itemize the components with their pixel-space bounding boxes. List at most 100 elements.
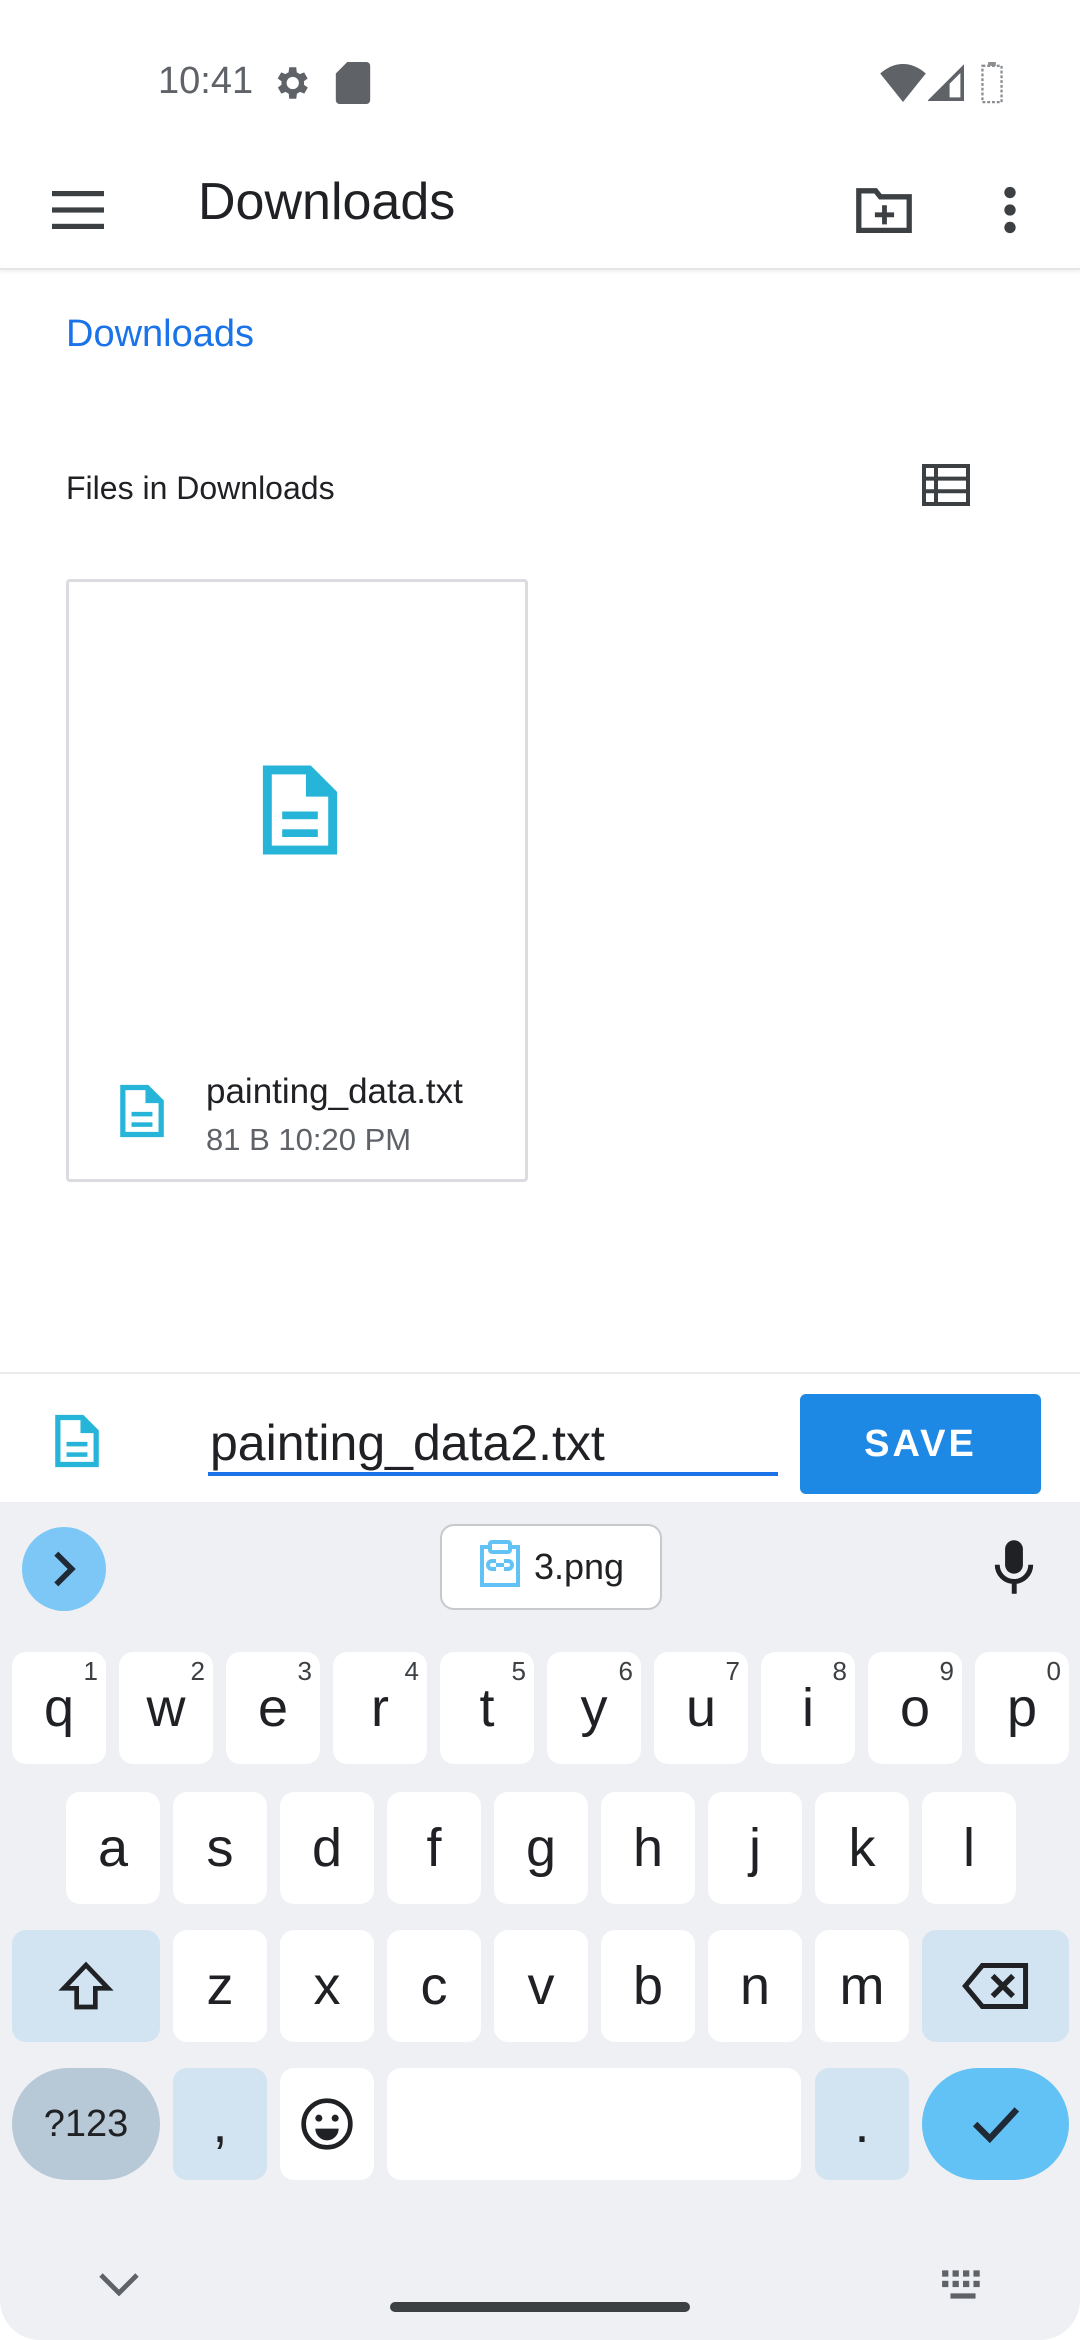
filename-input[interactable] — [208, 1414, 778, 1476]
key-label: h — [632, 1818, 664, 1878]
key-label: u — [685, 1678, 717, 1738]
emoji-key[interactable] — [280, 2068, 374, 2180]
home-gesture-bar[interactable] — [390, 2302, 690, 2312]
key-label: l — [963, 1818, 975, 1878]
key-p[interactable]: p0 — [975, 1652, 1069, 1764]
document-icon — [261, 764, 339, 861]
file-card[interactable]: painting_data.txt 81 B 10:20 PM — [66, 579, 528, 1182]
period-key[interactable]: . — [815, 2068, 909, 2180]
key-label: w — [146, 1678, 186, 1738]
key-hint: 1 — [83, 1656, 98, 1686]
key-j[interactable]: j — [708, 1792, 802, 1904]
key-c[interactable]: c — [387, 1930, 481, 2042]
key-f[interactable]: f — [387, 1792, 481, 1904]
list-view-icon[interactable] — [918, 458, 974, 512]
key-label: s — [206, 1818, 234, 1878]
key-y[interactable]: y6 — [547, 1652, 641, 1764]
key-o[interactable]: o9 — [868, 1652, 962, 1764]
emoji-icon — [301, 2098, 353, 2150]
key-label: m — [839, 1956, 885, 2016]
wifi-icon — [880, 64, 926, 107]
key-q[interactable]: q1 — [12, 1652, 106, 1764]
key-label: a — [97, 1818, 129, 1878]
microphone-icon[interactable] — [990, 1538, 1038, 1601]
key-e[interactable]: e3 — [226, 1652, 320, 1764]
key-s[interactable]: s — [173, 1792, 267, 1904]
backspace-key[interactable] — [922, 1930, 1069, 2042]
key-label: e — [257, 1678, 289, 1738]
key-b[interactable]: b — [601, 1930, 695, 2042]
document-icon — [54, 1414, 100, 1473]
key-label: g — [525, 1818, 557, 1878]
screen: 10:41 Downloads Downloads Files in Downl… — [0, 0, 1080, 2340]
key-m[interactable]: m — [815, 1930, 909, 2042]
key-label: y — [580, 1678, 608, 1738]
key-label: j — [749, 1818, 761, 1878]
key-hint: 6 — [618, 1656, 633, 1686]
key-label: d — [311, 1818, 343, 1878]
status-bar: 10:41 — [0, 0, 1080, 150]
key-k[interactable]: k — [815, 1792, 909, 1904]
key-hint: 4 — [404, 1656, 419, 1686]
space-key[interactable] — [387, 2068, 801, 2180]
shift-key[interactable] — [12, 1930, 160, 2042]
file-meta: 81 B 10:20 PM — [206, 1122, 412, 1157]
more-options-icon[interactable] — [990, 170, 1030, 250]
key-label: t — [479, 1678, 495, 1738]
key-hint: 7 — [725, 1656, 740, 1686]
hide-keyboard-icon[interactable] — [98, 2272, 140, 2301]
key-v[interactable]: v — [494, 1930, 588, 2042]
battery-icon — [980, 62, 1004, 109]
new-folder-icon[interactable] — [846, 170, 922, 250]
save-bar: SAVE — [0, 1372, 1080, 1502]
keyboard-switch-icon[interactable] — [940, 2268, 986, 2307]
key-d[interactable]: d — [280, 1792, 374, 1904]
key-label: k — [848, 1818, 876, 1878]
enter-key[interactable] — [922, 2068, 1069, 2180]
sd-card-icon — [335, 62, 371, 109]
key-label: ?123 — [43, 2102, 129, 2145]
breadcrumb[interactable]: Downloads — [66, 313, 254, 356]
app-title: Downloads — [198, 173, 456, 231]
keyboard: 3.png q1 w2 e3 r4 t5 y6 u7 i8 o9 p0 a s … — [0, 1502, 1080, 2340]
key-hint: 2 — [190, 1656, 205, 1686]
key-label: p — [1006, 1678, 1038, 1738]
chevron-right-icon — [54, 1551, 76, 1587]
key-label: z — [206, 1956, 234, 2016]
shift-icon — [58, 1961, 114, 2010]
key-label: n — [739, 1956, 771, 2016]
key-label: o — [899, 1678, 931, 1738]
key-label: v — [527, 1956, 555, 2016]
key-h[interactable]: h — [601, 1792, 695, 1904]
section-title: Files in Downloads — [66, 470, 335, 506]
key-a[interactable]: a — [66, 1792, 160, 1904]
key-label: i — [802, 1678, 814, 1738]
save-button[interactable]: SAVE — [800, 1394, 1041, 1494]
key-hint: 9 — [939, 1656, 954, 1686]
key-label: r — [371, 1678, 389, 1738]
keyboard-toolbar: 3.png — [0, 1502, 1080, 1632]
key-t[interactable]: t5 — [440, 1652, 534, 1764]
status-time: 10:41 — [158, 60, 254, 102]
key-n[interactable]: n — [708, 1930, 802, 2042]
key-label: c — [420, 1956, 448, 2016]
key-hint: 3 — [297, 1656, 312, 1686]
key-w[interactable]: w2 — [119, 1652, 213, 1764]
key-u[interactable]: u7 — [654, 1652, 748, 1764]
key-z[interactable]: z — [173, 1930, 267, 2042]
clipboard-link-icon — [478, 1539, 522, 1596]
clipboard-suggestion-chip[interactable]: 3.png — [440, 1524, 662, 1610]
key-label: , — [212, 2094, 228, 2154]
key-label: q — [43, 1678, 75, 1738]
key-r[interactable]: r4 — [333, 1652, 427, 1764]
key-hint: 8 — [832, 1656, 847, 1686]
expand-toolbar-button[interactable] — [22, 1527, 106, 1611]
key-g[interactable]: g — [494, 1792, 588, 1904]
symbols-key[interactable]: ?123 — [12, 2068, 160, 2180]
comma-key[interactable]: , — [173, 2068, 267, 2180]
key-x[interactable]: x — [280, 1930, 374, 2042]
clipboard-chip-label: 3.png — [533, 1546, 625, 1587]
key-i[interactable]: i8 — [761, 1652, 855, 1764]
menu-icon[interactable] — [40, 175, 116, 245]
key-l[interactable]: l — [922, 1792, 1016, 1904]
